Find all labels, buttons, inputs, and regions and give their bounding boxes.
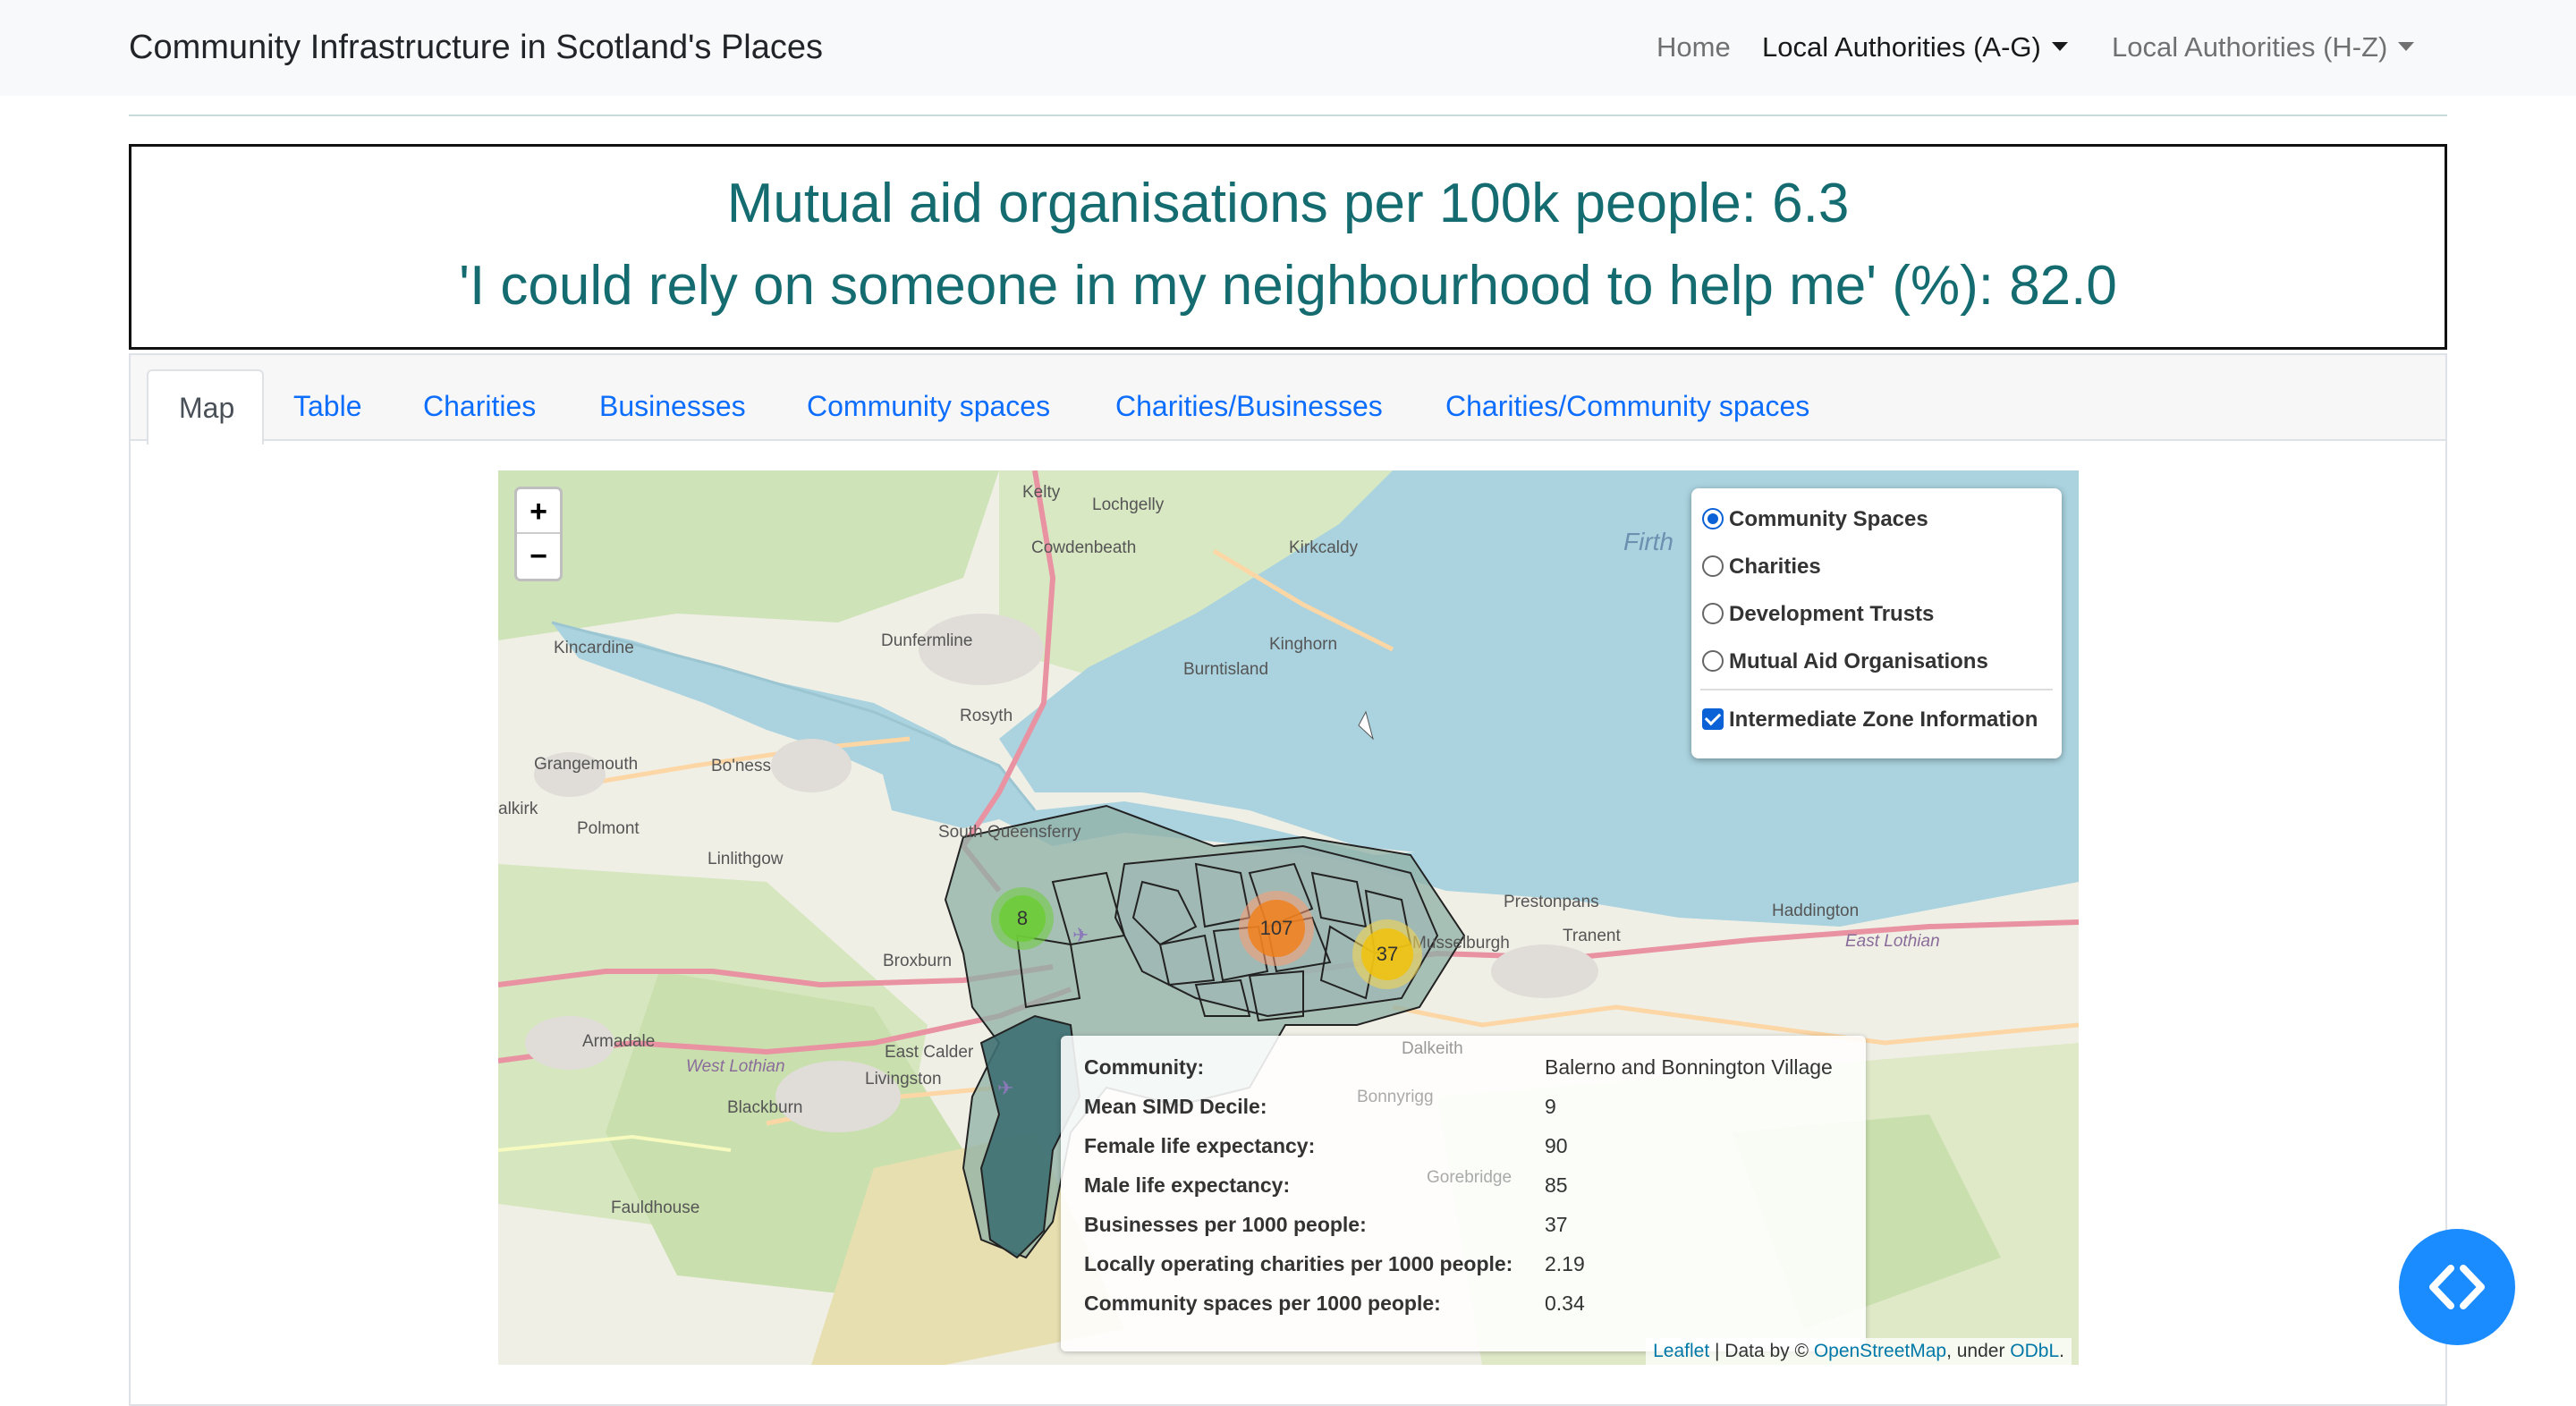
brand-title[interactable]: Community Infrastructure in Scotland's P… <box>129 26 823 69</box>
place-label: Firth <box>1623 528 1674 555</box>
layer-divider <box>1700 689 2053 690</box>
caret-down-icon <box>2398 42 2415 51</box>
tab-charities-community-spaces[interactable]: Charities/Community spaces <box>1445 387 1809 425</box>
place-label: Burntisland <box>1183 660 1269 679</box>
zoom-in-button[interactable]: + <box>517 489 560 534</box>
svg-text:✈: ✈ <box>1072 924 1089 946</box>
code-toggle-button[interactable] <box>2399 1229 2515 1345</box>
place-label: Broxburn <box>883 952 953 970</box>
place-label: Kelty <box>1022 483 1061 502</box>
layer-community-spaces[interactable]: Community Spaces <box>1702 506 1928 533</box>
layer-control: Community Spaces Charities Development T… <box>1691 488 2062 758</box>
place-label: Gorebridge <box>1427 1168 1513 1187</box>
layer-charities[interactable]: Charities <box>1702 554 1821 580</box>
cluster-marker[interactable]: 107 <box>1239 891 1314 966</box>
leaflet-link[interactable]: Leaflet <box>1653 1341 1709 1361</box>
place-label: Blackburn <box>727 1098 803 1117</box>
tab-bar: Map Table Charities Businesses Community… <box>129 353 2447 445</box>
cluster-marker[interactable]: 37 <box>1352 919 1422 989</box>
zoom-out-button[interactable]: − <box>517 534 560 579</box>
nav-home[interactable]: Home <box>1657 26 1731 69</box>
zoom-control: + − <box>514 487 563 581</box>
layer-development-trusts[interactable]: Development Trusts <box>1702 601 1934 628</box>
place-label: Kincardine <box>554 639 634 657</box>
place-label: Tranent <box>1563 927 1621 945</box>
place-label: Dalkeith <box>1402 1039 1463 1058</box>
checkbox-icon[interactable] <box>1702 708 1724 730</box>
radio-icon[interactable] <box>1702 508 1724 529</box>
layer-mutual-aid[interactable]: Mutual Aid Organisations <box>1702 648 1988 675</box>
place-label: East Lothian <box>1845 932 1940 951</box>
map[interactable]: ✈ ✈ Kelty Lochgelly Cowdenbeath Kirkcald… <box>498 470 2079 1365</box>
cluster-marker[interactable]: 8 <box>991 887 1054 950</box>
place-label: South Queensferry <box>938 823 1081 842</box>
nav-local-authorities-h-z[interactable]: Local Authorities (H-Z) <box>2112 26 2415 69</box>
radio-icon[interactable] <box>1702 555 1724 577</box>
place-label: Armadale <box>582 1032 656 1051</box>
tab-community-spaces[interactable]: Community spaces <box>807 387 1050 425</box>
place-label: Dunfermline <box>881 631 973 650</box>
place-label: Haddington <box>1772 902 1860 920</box>
nav-local-authorities-a-g[interactable]: Local Authorities (A-G) <box>1762 26 2068 69</box>
place-label: Linlithgow <box>708 850 784 868</box>
headline-rely-on-neighbour: 'I could rely on someone in my neighbour… <box>459 255 2117 317</box>
tab-businesses[interactable]: Businesses <box>599 387 746 425</box>
code-icon <box>2429 1265 2485 1309</box>
tab-charities[interactable]: Charities <box>423 387 536 425</box>
place-label: Grangemouth <box>534 755 639 774</box>
place-label: Bo'ness <box>711 757 772 775</box>
radio-icon[interactable] <box>1702 603 1724 624</box>
osm-link[interactable]: OpenStreetMap <box>1814 1341 1946 1361</box>
place-label: Polmont <box>577 819 640 838</box>
place-label: Kinghorn <box>1269 635 1338 654</box>
place-label: Livingston <box>865 1070 942 1088</box>
odbl-link[interactable]: ODbL <box>2010 1341 2059 1361</box>
svg-text:✈: ✈ <box>997 1077 1013 1099</box>
place-label: alkirk <box>498 800 538 818</box>
map-attribution: Leaflet | Data by © OpenStreetMap, under… <box>1646 1338 2072 1365</box>
place-label: Rosyth <box>960 707 1013 725</box>
tab-table[interactable]: Table <box>293 387 362 425</box>
place-label: Kirkcaldy <box>1289 538 1359 557</box>
divider <box>129 114 2447 116</box>
tab-map[interactable]: Map <box>147 369 264 445</box>
place-label: Cowdenbeath <box>1031 538 1137 557</box>
radio-icon[interactable] <box>1702 650 1724 672</box>
place-label: East Calder <box>885 1043 974 1062</box>
place-label: Bonnyrigg <box>1357 1088 1434 1106</box>
caret-down-icon <box>2051 42 2068 51</box>
tab-charities-businesses[interactable]: Charities/Businesses <box>1115 387 1383 425</box>
place-label: Fauldhouse <box>611 1198 700 1217</box>
headline-mutual-aid: Mutual aid organisations per 100k people… <box>726 173 1850 234</box>
place-label: Musselburgh <box>1412 934 1510 953</box>
layer-intermediate-zone[interactable]: Intermediate Zone Information <box>1702 707 2038 733</box>
navbar: Community Infrastructure in Scotland's P… <box>0 0 2576 96</box>
zone-info-panel: Community: Balerno and Bonnington Village… <box>1061 1036 1866 1351</box>
headline-box: Mutual aid organisations per 100k people… <box>129 144 2447 350</box>
place-label: Lochgelly <box>1092 495 1165 514</box>
place-label: West Lothian <box>686 1057 785 1076</box>
place-label: Prestonpans <box>1504 893 1599 911</box>
